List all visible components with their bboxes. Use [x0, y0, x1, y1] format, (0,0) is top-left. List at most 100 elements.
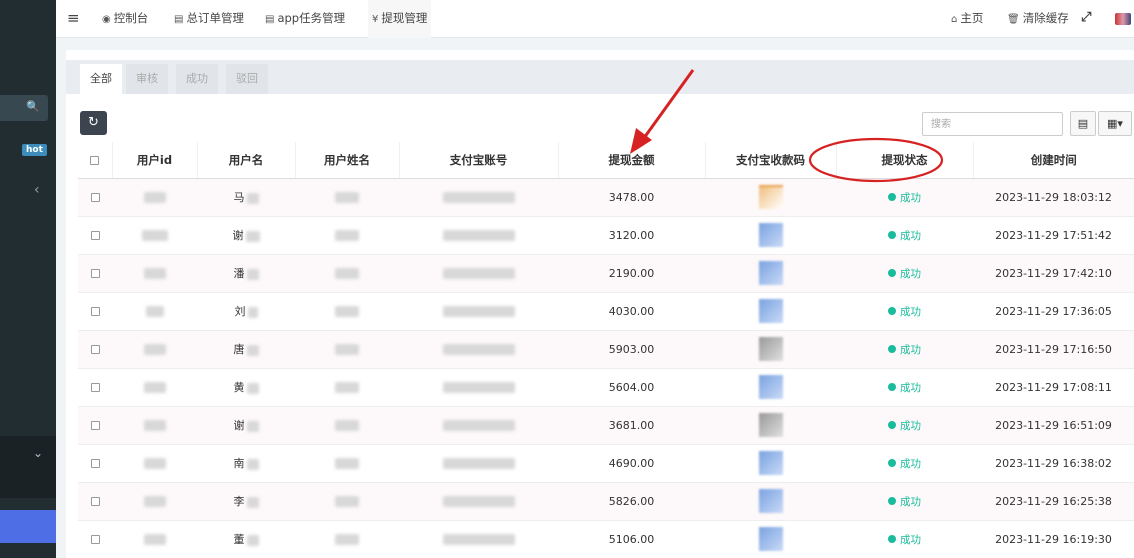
sidebar-menu-group[interactable]: [0, 436, 56, 498]
cell-real-name: [295, 177, 399, 216]
sidebar-search[interactable]: 🔍: [0, 95, 48, 121]
column-header[interactable]: 用户名: [196, 142, 295, 179]
cell-qr-code[interactable]: [705, 329, 836, 368]
columns-button[interactable]: ▦▾: [1098, 111, 1132, 136]
hot-badge: hot: [22, 144, 47, 156]
tab-withdrawal[interactable]: ¥ 提现管理: [368, 0, 432, 38]
chevron-left-icon[interactable]: ‹: [34, 182, 40, 198]
tab-orders[interactable]: ▤ 总订单管理: [174, 0, 244, 38]
cell-status: 成功: [836, 481, 973, 520]
row-checkbox[interactable]: [78, 443, 112, 482]
row-checkbox[interactable]: [78, 291, 112, 330]
filter-tab-success[interactable]: 成功: [176, 64, 218, 94]
tab-app-tasks[interactable]: ▤ app任务管理: [265, 0, 345, 38]
qr-code-image[interactable]: [758, 223, 783, 247]
row-checkbox[interactable]: [78, 367, 112, 406]
qr-code-image[interactable]: [758, 299, 783, 323]
table-row[interactable]: 马 3478.00 成功 2023-11-29 18:03:12: [78, 177, 1134, 216]
filter-tab-rejected[interactable]: 驳回: [226, 64, 268, 94]
cell-qr-code[interactable]: [705, 367, 836, 406]
select-all-checkbox[interactable]: [78, 142, 112, 179]
cell-alipay-account: [399, 481, 558, 520]
qr-code-image[interactable]: [758, 261, 783, 285]
clear-cache-link[interactable]: 🗑 清除缓存: [1007, 0, 1069, 38]
row-checkbox[interactable]: [78, 481, 112, 520]
username-text: 南: [233, 457, 245, 470]
file-icon: ▤: [174, 14, 184, 25]
cell-qr-code[interactable]: [705, 481, 836, 520]
cell-qr-code[interactable]: [705, 215, 836, 254]
cell-username: 谢: [197, 215, 295, 254]
row-checkbox[interactable]: [78, 329, 112, 368]
search-input[interactable]: [922, 112, 1063, 136]
qr-code-image[interactable]: [758, 375, 783, 399]
qr-code-image[interactable]: [758, 489, 783, 513]
cell-user-id: [112, 291, 197, 330]
column-header[interactable]: 支付宝收款码: [704, 142, 836, 179]
username-text: 董: [233, 533, 245, 547]
table-row[interactable]: 潘 2190.00 成功 2023-11-29 17:42:10: [78, 253, 1134, 292]
cell-qr-code[interactable]: [705, 519, 836, 558]
status-filter-tabs: 全部 审核 成功 驳回: [66, 60, 1134, 94]
username-text: 唐: [233, 343, 245, 356]
table-row[interactable]: 谢 3120.00 成功 2023-11-29 17:51:42: [78, 215, 1134, 254]
row-checkbox[interactable]: [78, 519, 112, 558]
tab-dashboard[interactable]: ◉ 控制台: [102, 0, 148, 38]
menu-toggle-icon[interactable]: ≡: [67, 0, 80, 38]
fullscreen-icon[interactable]: ⤢: [1081, 0, 1091, 38]
qr-code-image[interactable]: [758, 337, 783, 361]
refresh-button[interactable]: ↻: [80, 111, 107, 135]
cell-amount: 5826.00: [558, 481, 705, 520]
cell-qr-code[interactable]: [705, 291, 836, 330]
cell-qr-code[interactable]: [705, 253, 836, 292]
status-badge: 成功: [900, 381, 921, 394]
column-header[interactable]: 提现金额: [557, 142, 705, 179]
status-badge: 成功: [900, 343, 921, 356]
cell-alipay-account: [399, 215, 558, 254]
cell-real-name: [295, 519, 399, 558]
cell-qr-code[interactable]: [705, 443, 836, 482]
row-checkbox[interactable]: [78, 405, 112, 444]
table-row[interactable]: 刘 4030.00 成功 2023-11-29 17:36:05: [78, 291, 1134, 330]
table-row[interactable]: 唐 5903.00 成功 2023-11-29 17:16:50: [78, 329, 1134, 368]
cell-user-id: [112, 405, 197, 444]
column-header[interactable]: 用户id: [111, 142, 197, 179]
cell-qr-code[interactable]: [705, 177, 836, 216]
sidebar-active-item[interactable]: [0, 510, 56, 543]
cell-amount: 3478.00: [558, 177, 705, 216]
yen-icon: ¥: [372, 14, 379, 25]
qr-code-image[interactable]: [758, 413, 783, 437]
cell-username: 南: [197, 443, 295, 482]
qr-code-image[interactable]: [758, 451, 783, 475]
filter-tab-all[interactable]: 全部: [80, 64, 122, 94]
table-row[interactable]: 南 4690.00 成功 2023-11-29 16:38:02: [78, 443, 1134, 482]
cell-user-id: [112, 481, 197, 520]
cell-username: 谢: [197, 405, 295, 444]
table-row[interactable]: 黄 5604.00 成功 2023-11-29 17:08:11: [78, 367, 1134, 406]
row-checkbox[interactable]: [78, 177, 112, 216]
column-header[interactable]: 支付宝账号: [398, 142, 558, 179]
status-dot-icon: [888, 459, 896, 467]
avatar[interactable]: [1115, 0, 1131, 38]
qr-code-image[interactable]: [758, 527, 783, 552]
cell-amount: 2190.00: [558, 253, 705, 292]
cell-alipay-account: [399, 367, 558, 406]
row-checkbox[interactable]: [78, 215, 112, 254]
table-row[interactable]: 董 5106.00 成功 2023-11-29 16:19:30: [78, 519, 1134, 558]
chevron-down-icon[interactable]: ⌄: [33, 446, 43, 460]
column-header[interactable]: 提现状态: [835, 142, 973, 179]
cell-user-id: [112, 177, 197, 216]
cell-qr-code[interactable]: [705, 405, 836, 444]
cell-status: 成功: [836, 253, 973, 292]
table-row[interactable]: 谢 3681.00 成功 2023-11-29 16:51:09: [78, 405, 1134, 444]
toggle-view-button[interactable]: ▤: [1070, 111, 1096, 136]
column-header[interactable]: 用户姓名: [294, 142, 399, 179]
home-link[interactable]: ⌂ 主页: [951, 0, 983, 38]
status-dot-icon: [888, 345, 896, 353]
cell-real-name: [295, 329, 399, 368]
filter-tab-review[interactable]: 审核: [126, 64, 168, 94]
table-row[interactable]: 李 5826.00 成功 2023-11-29 16:25:38: [78, 481, 1134, 520]
row-checkbox[interactable]: [78, 253, 112, 292]
qr-code-image[interactable]: [758, 185, 783, 209]
column-header[interactable]: 创建时间: [972, 142, 1134, 179]
